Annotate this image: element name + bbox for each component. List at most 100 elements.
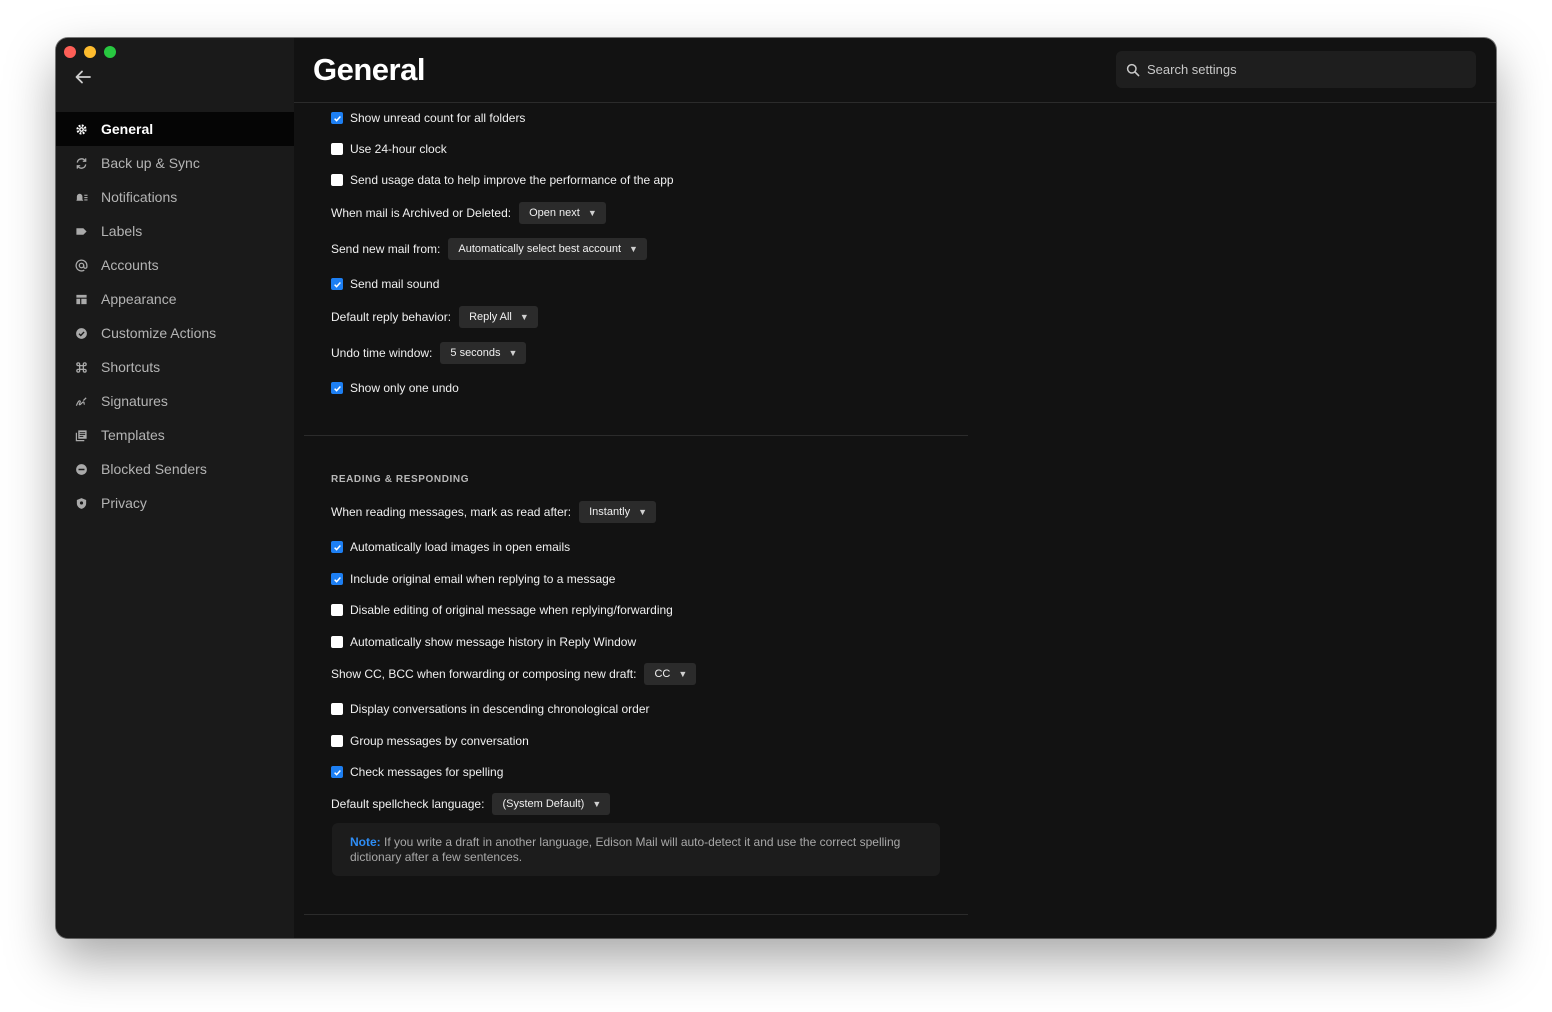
load-images-option[interactable]: Automatically load images in open emails (331, 540, 570, 554)
setting-label: Default reply behavior: (331, 310, 452, 324)
archived-deleted-dropdown[interactable]: Open next ▼ (519, 202, 606, 224)
shield-icon (74, 496, 88, 510)
caret-down-icon: ▼ (587, 208, 597, 218)
search-input[interactable] (1147, 62, 1447, 77)
signature-icon (74, 394, 88, 408)
undo-window-dropdown[interactable]: 5 seconds ▼ (440, 342, 527, 364)
check-spelling-checkbox[interactable] (331, 766, 343, 778)
sidebar-item-notifications[interactable]: Notifications (56, 180, 294, 214)
sidebar-item-customize-actions[interactable]: Customize Actions (56, 316, 294, 350)
show-history-option[interactable]: Automatically show message history in Re… (331, 635, 636, 649)
section-divider (304, 914, 968, 915)
include-original-checkbox[interactable] (331, 573, 343, 585)
check-spelling-option[interactable]: Check messages for spelling (331, 765, 503, 779)
descending-order-option[interactable]: Display conversations in descending chro… (331, 702, 650, 716)
sidebar-item-label: Blocked Senders (101, 461, 207, 477)
show-one-undo-option[interactable]: Show only one undo (331, 381, 459, 395)
spellcheck-language-dropdown[interactable]: (System Default) ▼ (492, 793, 611, 815)
show-one-undo-checkbox[interactable] (331, 382, 343, 394)
show-unread-count-checkbox[interactable] (331, 112, 343, 124)
option-label: Automatically load images in open emails (350, 540, 571, 554)
caret-down-icon: ▼ (508, 348, 518, 358)
sidebar-item-label: Labels (101, 223, 143, 239)
mark-read-dropdown[interactable]: Instantly ▼ (579, 501, 657, 523)
setting-label: Default spellcheck language: (331, 797, 485, 811)
group-conversation-checkbox[interactable] (331, 735, 343, 747)
setting-label: Send new mail from: (331, 242, 441, 256)
send-mail-sound-checkbox[interactable] (331, 278, 343, 290)
section-title-reading: READING & RESPONDING (331, 474, 470, 485)
clock-24h-checkbox[interactable] (331, 143, 343, 155)
close-window-button[interactable] (64, 46, 76, 58)
caret-down-icon: ▼ (519, 312, 529, 322)
sidebar-item-label: Customize Actions (101, 325, 217, 341)
caret-down-icon: ▼ (638, 507, 648, 517)
clock-24h-option[interactable]: Use 24-hour clock (331, 142, 447, 156)
sidebar-item-label: Templates (101, 427, 165, 443)
sidebar-item-signatures[interactable]: Signatures (56, 384, 294, 418)
send-from-setting: Send new mail from: Automatically select… (331, 238, 647, 260)
sidebar-item-blocked-senders[interactable]: Blocked Senders (56, 452, 294, 486)
dropdown-value: (System Default) (502, 798, 585, 810)
reply-behavior-setting: Default reply behavior: Reply All ▼ (331, 306, 538, 328)
spellcheck-note: Note: If you write a draft in another la… (332, 823, 940, 876)
sidebar-item-privacy[interactable]: Privacy (56, 486, 294, 520)
sidebar-item-shortcuts[interactable]: Shortcuts (56, 350, 294, 384)
sidebar-item-appearance[interactable]: Appearance (56, 282, 294, 316)
minimize-window-button[interactable] (84, 46, 96, 58)
sidebar-item-accounts[interactable]: Accounts (56, 248, 294, 282)
dropdown-value: 5 seconds (450, 347, 501, 359)
show-history-checkbox[interactable] (331, 636, 343, 648)
include-original-option[interactable]: Include original email when replying to … (331, 572, 615, 586)
send-from-dropdown[interactable]: Automatically select best account ▼ (448, 238, 647, 260)
disable-editing-option[interactable]: Disable editing of original message when… (331, 603, 673, 617)
show-cc-dropdown[interactable]: CC ▼ (644, 663, 697, 685)
sidebar-item-label: Notifications (101, 189, 178, 205)
option-label: Automatically show message history in Re… (350, 635, 637, 649)
load-images-checkbox[interactable] (331, 541, 343, 553)
usage-data-option[interactable]: Send usage data to help improve the perf… (331, 173, 674, 187)
sidebar-item-backup-sync[interactable]: Back up & Sync (56, 146, 294, 180)
sidebar-item-general[interactable]: General (56, 112, 294, 146)
option-label: Group messages by conversation (350, 734, 529, 748)
templates-icon (74, 428, 88, 442)
at-icon (74, 258, 88, 272)
settings-nav: General Back up & Sync Notifications Lab… (56, 112, 294, 520)
command-icon (74, 360, 88, 374)
show-cc-setting: Show CC, BCC when forwarding or composin… (331, 663, 697, 685)
option-label: Display conversations in descending chro… (350, 702, 650, 716)
usage-data-checkbox[interactable] (331, 174, 343, 186)
header: General (294, 38, 1496, 103)
sync-icon (74, 156, 88, 170)
descending-order-checkbox[interactable] (331, 703, 343, 715)
bell-icon (74, 190, 88, 204)
caret-down-icon: ▼ (629, 244, 638, 254)
send-mail-sound-option[interactable]: Send mail sound (331, 277, 439, 291)
setting-label: When reading messages, mark as read afte… (331, 505, 572, 519)
zoom-window-button[interactable] (104, 46, 116, 58)
sidebar-item-label: Appearance (101, 291, 177, 307)
option-label: Send usage data to help improve the perf… (350, 173, 674, 187)
gear-icon (74, 122, 88, 136)
dropdown-value: Automatically select best account (458, 243, 622, 255)
spellcheck-language-setting: Default spellcheck language: (System Def… (331, 793, 611, 815)
layout-icon (74, 292, 88, 306)
block-icon (74, 462, 88, 476)
window-controls (64, 46, 116, 58)
note-label: Note: (350, 835, 381, 849)
back-arrow-icon[interactable] (72, 66, 94, 88)
option-label: Show unread count for all folders (350, 111, 526, 125)
sidebar-item-labels[interactable]: Labels (56, 214, 294, 248)
settings-window: General Back up & Sync Notifications Lab… (56, 38, 1496, 938)
sidebar-item-label: Signatures (101, 393, 168, 409)
search-icon (1126, 63, 1140, 76)
archived-deleted-setting: When mail is Archived or Deleted: Open n… (331, 202, 606, 224)
reply-behavior-dropdown[interactable]: Reply All ▼ (459, 306, 538, 328)
sidebar: General Back up & Sync Notifications Lab… (56, 38, 294, 938)
tag-icon (74, 224, 88, 238)
dropdown-value: Open next (529, 207, 580, 219)
sidebar-item-templates[interactable]: Templates (56, 418, 294, 452)
show-unread-count-option[interactable]: Show unread count for all folders (331, 111, 525, 125)
disable-editing-checkbox[interactable] (331, 604, 343, 616)
group-conversation-option[interactable]: Group messages by conversation (331, 734, 529, 748)
